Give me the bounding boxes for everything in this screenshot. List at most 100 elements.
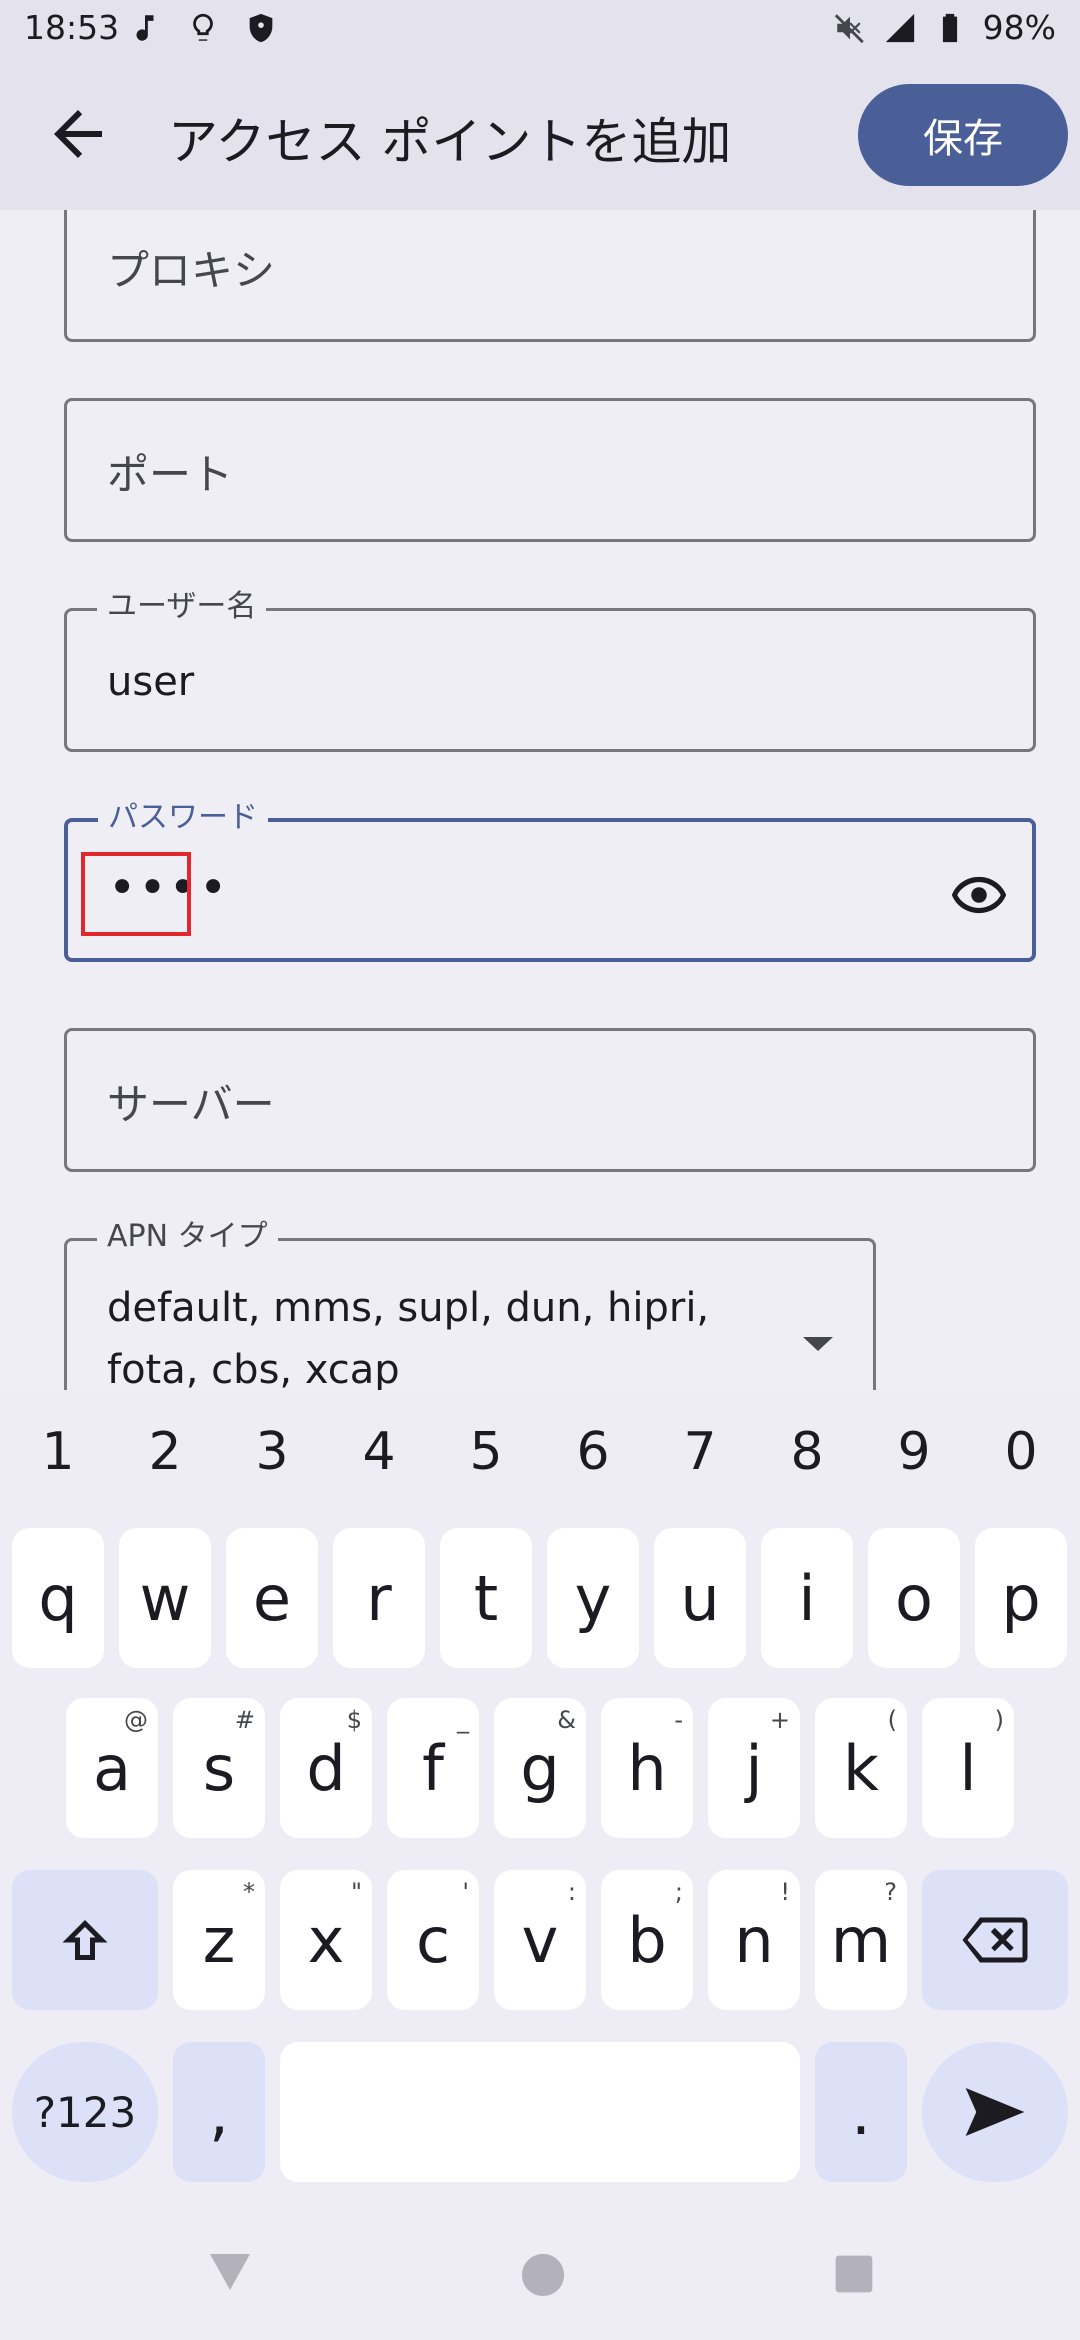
key-z-label: z [202, 1903, 236, 1977]
key-v-label: v [521, 1903, 559, 1977]
key-r[interactable]: r [333, 1528, 425, 1668]
username-value: user [107, 659, 195, 705]
key-b[interactable]: b; [601, 1870, 693, 2010]
key-d[interactable]: d $ [280, 1698, 372, 1838]
key-k[interactable]: k( [815, 1698, 907, 1838]
send-icon [965, 2088, 1025, 2136]
space-bar[interactable] [280, 2042, 800, 2182]
key-g-hint: & [557, 1706, 576, 1734]
back-arrow-icon[interactable] [42, 98, 114, 170]
key-u[interactable]: u [654, 1528, 746, 1668]
username-field[interactable]: ユーザー名 user [64, 589, 1036, 752]
key-s[interactable]: s # [173, 1698, 265, 1838]
enter-key[interactable] [922, 2042, 1068, 2182]
key-2[interactable]: 2 [135, 1422, 195, 1482]
key-h-label: h [627, 1731, 667, 1805]
period-key[interactable]: . [815, 2042, 907, 2182]
home-circle-icon[interactable] [520, 2252, 566, 2298]
mute-icon [834, 13, 864, 43]
key-a-hint: @ [124, 1706, 148, 1734]
status-right: 98% [833, 8, 1056, 47]
key-b-hint: ; [674, 1878, 683, 1906]
key-h[interactable]: h- [601, 1698, 693, 1838]
back-triangle-icon[interactable] [206, 2250, 254, 2294]
apn-type-line2: fota, cbs, xcap [107, 1347, 400, 1390]
key-6[interactable]: 6 [563, 1422, 623, 1482]
key-5[interactable]: 5 [456, 1422, 516, 1482]
key-t[interactable]: t [440, 1528, 532, 1668]
port-placeholder: ポート [107, 450, 234, 499]
proxy-placeholder: プロキシ [107, 246, 276, 295]
key-v[interactable]: v: [494, 1870, 586, 2010]
key-9[interactable]: 9 [884, 1422, 944, 1482]
status-left-icons [128, 10, 278, 46]
battery-percent: 98% [982, 8, 1056, 47]
key-7[interactable]: 7 [670, 1422, 730, 1482]
music-note-icon [136, 15, 154, 41]
key-l[interactable]: l) [922, 1698, 1014, 1838]
apn-form: プロキシ ポート ユーザー名 user パスワード •••• サーバー APN … [0, 210, 1080, 1390]
dropdown-arrow-icon[interactable] [803, 1333, 833, 1353]
key-1[interactable]: 1 [28, 1422, 88, 1482]
password-field[interactable]: パスワード •••• [64, 800, 1036, 962]
comma-key[interactable]: , [173, 2042, 265, 2182]
password-label: パスワード [98, 800, 268, 836]
proxy-field[interactable]: プロキシ [64, 210, 1036, 342]
key-f-hint: _ [457, 1706, 469, 1734]
key-m-label: m [830, 1903, 892, 1977]
key-j-hint: + [769, 1706, 790, 1734]
backspace-key[interactable] [922, 1870, 1068, 2010]
key-g[interactable]: g & [494, 1698, 586, 1838]
key-0[interactable]: 0 [991, 1422, 1051, 1482]
key-3[interactable]: 3 [242, 1422, 302, 1482]
key-4[interactable]: 4 [349, 1422, 409, 1482]
port-field[interactable]: ポート [64, 398, 1036, 542]
keyboard: 1 2 3 4 5 6 7 8 9 0 q w e r t y u i o p … [0, 1390, 1080, 2210]
key-o[interactable]: o [868, 1528, 960, 1668]
key-j[interactable]: j + [708, 1698, 800, 1838]
key-x-label: x [307, 1903, 345, 1977]
key-z-hint: * [243, 1878, 255, 1906]
key-l-hint: ) [994, 1706, 1004, 1734]
key-s-label: s [202, 1731, 236, 1805]
apn-type-dropdown[interactable]: APN タイプ default, mms, supl, dun, hipri, … [64, 1219, 876, 1390]
key-n[interactable]: n! [708, 1870, 800, 2010]
number-row: 1 2 3 4 5 6 7 8 9 0 [0, 1422, 1080, 1502]
username-label: ユーザー名 [97, 589, 267, 625]
key-p[interactable]: p [975, 1528, 1067, 1668]
page-title: アクセス ポイントを追加 [168, 113, 732, 171]
server-field[interactable]: サーバー [64, 1028, 1036, 1172]
shield-icon [249, 13, 273, 43]
key-z[interactable]: z * [173, 1870, 265, 2010]
save-button[interactable]: 保存 [858, 84, 1068, 186]
key-m-hint: ? [884, 1878, 897, 1906]
key-w[interactable]: w [119, 1528, 211, 1668]
key-b-label: b [627, 1903, 667, 1977]
key-i[interactable]: i [761, 1528, 853, 1668]
key-f-label: f [422, 1731, 444, 1805]
recents-square-icon[interactable] [834, 2254, 874, 2294]
show-password-icon[interactable] [948, 864, 1010, 926]
key-e[interactable]: e [226, 1528, 318, 1668]
shift-key[interactable] [12, 1870, 158, 2010]
key-s-hint: # [234, 1706, 255, 1734]
key-c[interactable]: c ' [387, 1870, 479, 2010]
key-y[interactable]: y [547, 1528, 639, 1668]
app-bar: アクセス ポイントを追加 保存 [0, 58, 1080, 210]
server-placeholder: サーバー [107, 1080, 275, 1129]
key-f[interactable]: f _ [387, 1698, 479, 1838]
key-n-hint: ! [780, 1878, 790, 1906]
key-v-hint: : [567, 1878, 576, 1906]
key-k-hint: ( [887, 1706, 897, 1734]
status-bar: 18:53 98% [0, 0, 1080, 58]
signal-icon [885, 13, 914, 42]
system-nav-bar [0, 2210, 1080, 2340]
apn-type-value: default, mms, supl, dun, hipri, fota, cb… [107, 1277, 709, 1390]
key-m[interactable]: m? [815, 1870, 907, 2010]
key-a[interactable]: a @ [66, 1698, 158, 1838]
key-x[interactable]: x " [280, 1870, 372, 2010]
key-8[interactable]: 8 [777, 1422, 837, 1482]
symbols-key[interactable]: ?123 [12, 2042, 158, 2182]
key-q[interactable]: q [12, 1528, 104, 1668]
key-c-label: c [415, 1903, 451, 1977]
